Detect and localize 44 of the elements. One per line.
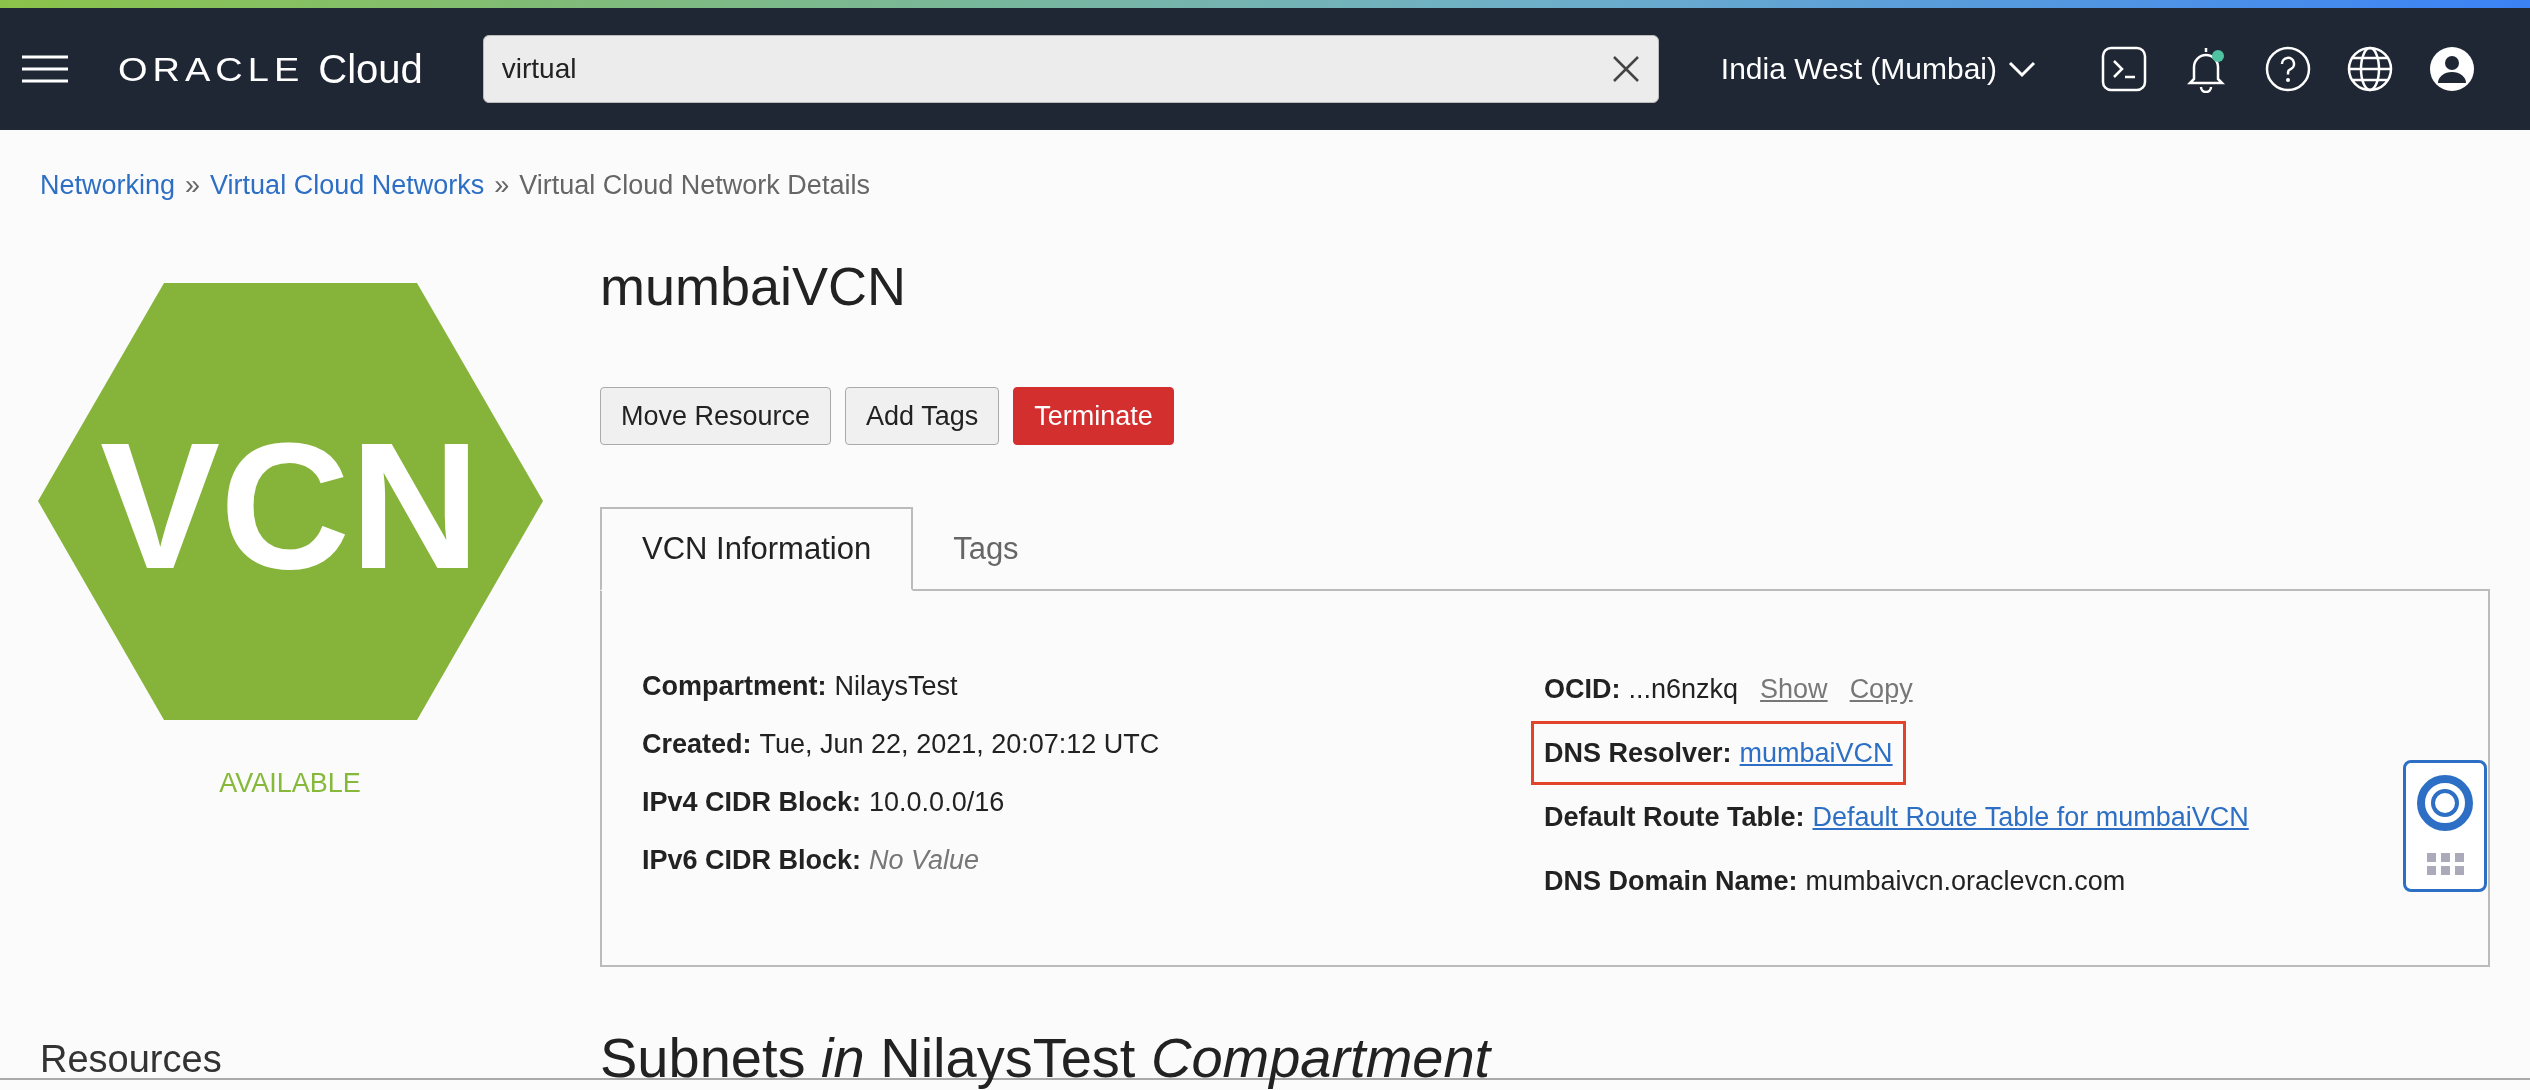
detail-label: Created:: [642, 728, 752, 760]
user-avatar-icon[interactable]: [2428, 45, 2476, 93]
terminal-icon[interactable]: [2100, 45, 2148, 93]
status-label: AVAILABLE: [219, 768, 361, 799]
menu-icon[interactable]: [20, 54, 70, 84]
detail-value: NilaysTest: [834, 670, 958, 702]
ocid-link[interactable]: Show: [1760, 673, 1828, 705]
detail-value: No Value: [869, 844, 980, 876]
breadcrumb-link[interactable]: Networking: [40, 170, 176, 201]
search-field[interactable]: virtual: [482, 35, 1659, 103]
breadcrumb-link[interactable]: Virtual Cloud Networks: [210, 170, 485, 201]
caret-icon[interactable]: [2007, 59, 2037, 79]
breadcrumb-separator: »: [185, 170, 201, 201]
tab[interactable]: VCN Information: [600, 507, 914, 591]
action-button[interactable]: Add Tags: [845, 387, 1000, 445]
resources-heading: Resources: [40, 1040, 223, 1078]
detail-label: IPv4 CIDR Block:: [642, 786, 862, 818]
globe-icon[interactable]: [2346, 45, 2394, 93]
breadcrumb-separator: »: [494, 170, 510, 201]
action-button[interactable]: Terminate: [1013, 387, 1174, 445]
detail-link[interactable]: mumbaiVCN: [1739, 737, 1893, 769]
page-title: mumbaiVCN: [600, 255, 908, 317]
vcn-hexagon-badge: VCN: [37, 283, 543, 720]
tab[interactable]: Tags: [913, 507, 1059, 591]
action-button[interactable]: Move Resource: [600, 387, 832, 445]
detail-label: DNS Resolver:: [1544, 737, 1732, 769]
ocid-link[interactable]: Copy: [1849, 673, 1913, 705]
region-selector[interactable]: India West (Mumbai): [1714, 51, 2043, 87]
logo-brand: ORACLE: [118, 51, 305, 89]
detail-value: ...n6nzkq: [1628, 673, 1739, 705]
breadcrumb-current: Virtual Cloud Network Details: [519, 170, 870, 201]
detail-link[interactable]: Default Route Table for mumbaiVCN: [1812, 801, 2249, 833]
detail-label: Compartment:: [642, 670, 827, 702]
detail-value: mumbaivcn.oraclevcn.com: [1805, 865, 2126, 897]
detail-label: OCID:: [1544, 673, 1621, 705]
help-widget[interactable]: [2403, 760, 2487, 892]
clear-icon[interactable]: [1610, 54, 1641, 84]
detail-label: IPv6 CIDR Block:: [642, 844, 862, 876]
help-icon[interactable]: [2264, 45, 2312, 93]
detail-label: DNS Domain Name:: [1544, 865, 1798, 897]
logo-product: Cloud: [318, 46, 423, 92]
detail-value: Tue, Jun 22, 2021, 20:07:12 UTC: [759, 728, 1160, 760]
detail-label: Default Route Table:: [1544, 801, 1805, 833]
detail-value: 10.0.0.0/16: [869, 786, 1005, 818]
